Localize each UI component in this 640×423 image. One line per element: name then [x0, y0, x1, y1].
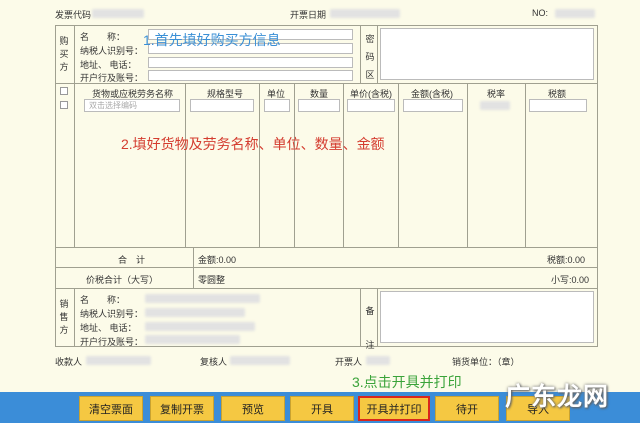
- sum-label: 合 计: [118, 255, 146, 265]
- issue-and-print-button[interactable]: 开具并打印: [358, 396, 430, 421]
- seller-name-label: 名 称：: [80, 295, 126, 305]
- seller-bank-value: [145, 335, 240, 344]
- total-lower: 小写:0.00: [551, 275, 590, 285]
- issue-date-label: 开票日期: [290, 10, 327, 20]
- spec-input[interactable]: [190, 99, 254, 112]
- seller-bank-label: 开户行及账号：: [80, 337, 144, 347]
- total-upper: 零圆整: [198, 275, 226, 285]
- seller-address-value: [145, 322, 255, 331]
- qty-input[interactable]: [298, 99, 340, 112]
- buyer-address-label: 地址、 电话：: [80, 60, 137, 70]
- col-tax-rate: 税率: [487, 89, 506, 99]
- invoice-code-value: [92, 9, 144, 18]
- copy-invoice-button[interactable]: 复制开票: [150, 396, 214, 421]
- preview-button[interactable]: 预览: [221, 396, 285, 421]
- remark-input[interactable]: [380, 291, 594, 343]
- amount-input[interactable]: [403, 99, 463, 112]
- buyer-side-label: 购买方: [59, 36, 69, 72]
- sum-tax: 税额:0.00: [547, 255, 586, 265]
- secret-area: [380, 28, 594, 80]
- issue-date-value: [330, 9, 400, 18]
- issuer-label: 开票人: [335, 357, 363, 367]
- issue-button[interactable]: 开具: [290, 396, 354, 421]
- seller-tax-id-value: [145, 308, 245, 317]
- buyer-bank-label: 开户行及账号：: [80, 73, 144, 83]
- seller-address-label: 地址、 电话：: [80, 323, 137, 333]
- remark-label: 备注: [365, 306, 375, 350]
- buyer-name-label: 名 称：: [80, 32, 126, 42]
- payee-value: [86, 356, 151, 365]
- secret-area-label: 密码区: [365, 34, 375, 80]
- payee-label: 收款人: [55, 357, 83, 367]
- seller-name-value: [145, 294, 260, 303]
- reviewer-label: 复核人: [200, 357, 228, 367]
- reviewer-value: [230, 356, 290, 365]
- row-checkbox[interactable]: [60, 101, 68, 109]
- seller-tax-id-label: 纳税人识别号：: [80, 309, 144, 319]
- annotation-step3: 3.点击开具并打印: [352, 374, 462, 390]
- buyer-bank-input[interactable]: [148, 70, 353, 81]
- buyer-address-input[interactable]: [148, 57, 353, 68]
- tax-rate-value[interactable]: [480, 101, 510, 110]
- goods-name-input[interactable]: 双击选择编码: [84, 99, 180, 112]
- invoice-no-value: [555, 9, 595, 18]
- invoice-no-label: NO:: [532, 8, 549, 18]
- clear-form-button[interactable]: 清空票面: [79, 396, 143, 421]
- pending-button[interactable]: 待开: [435, 396, 499, 421]
- issuer-value: [366, 356, 390, 365]
- seller-side-label: 销售方: [59, 299, 69, 335]
- watermark-logo: 广东龙网: [505, 383, 610, 411]
- tax-amount-input[interactable]: [529, 99, 587, 112]
- buyer-tax-id-label: 纳税人识别号：: [80, 46, 144, 56]
- invoice-code-label: 发票代码: [55, 10, 92, 20]
- unit-price-input[interactable]: [347, 99, 395, 112]
- annotation-step2: 2.填好货物及劳务名称、单位、数量、金额: [121, 136, 385, 152]
- unit-input[interactable]: [264, 99, 290, 112]
- sum-amount: 金额:0.00: [198, 255, 237, 265]
- seller-unit-label: 销货单位：（章）: [452, 357, 520, 367]
- select-all-checkbox[interactable]: [60, 87, 68, 95]
- total-label: 价税合计（大写）: [86, 275, 159, 285]
- annotation-step1: 1.首先填好购买方信息: [143, 32, 281, 48]
